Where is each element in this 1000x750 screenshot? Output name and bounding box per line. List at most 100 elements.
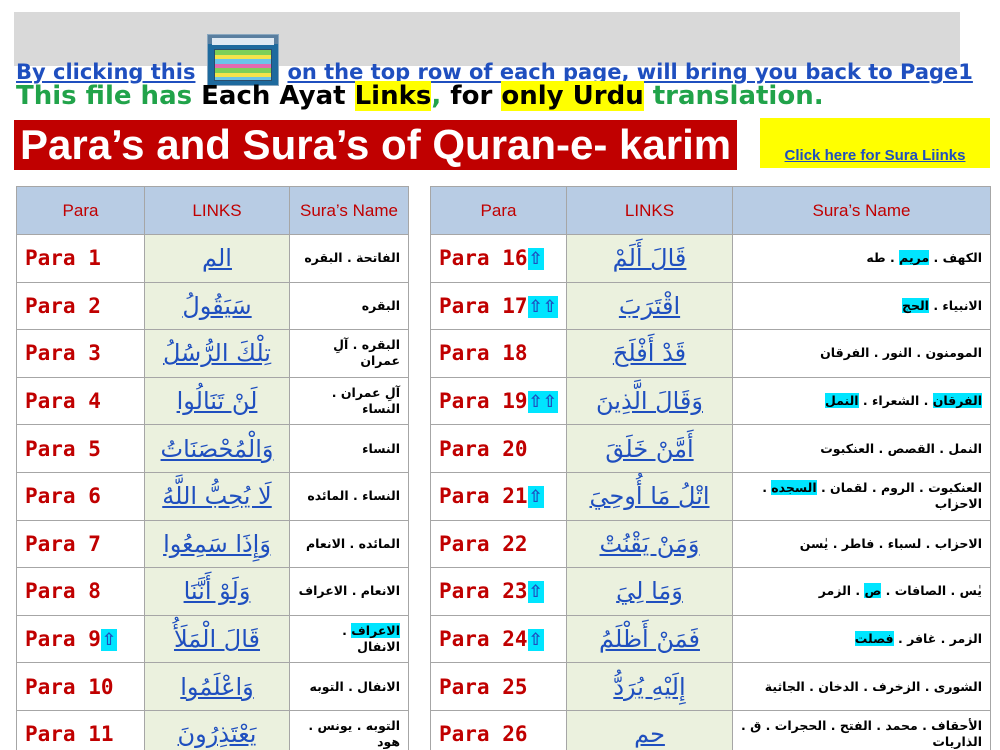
sura-name-cell: الانفال . التوبه	[289, 662, 409, 711]
table-row: Para 24⇧ فَمَنْ أَظْلَمُ الزمر . غافر . فص…	[430, 614, 991, 664]
sura-name: الانعام . الاعراف	[298, 583, 400, 599]
ayat-link-cell: سَيَقُولُ	[144, 281, 290, 331]
ayat-link-cell: الم	[144, 234, 290, 283]
para-number-cell: Para 2	[16, 281, 145, 331]
para-label: Para 20	[439, 436, 528, 461]
sura-name: الانبياء .	[928, 297, 982, 313]
ayat-link[interactable]: قَدْ أَفْلَحَ	[613, 339, 686, 367]
para-number-cell: Para 26	[430, 709, 567, 750]
para-number-cell: Para 16⇧	[430, 234, 567, 283]
ayat-link[interactable]: وَمَا لِيَ	[616, 577, 683, 605]
ayat-link-cell: قَالَ أَلَمْ	[566, 234, 733, 283]
ayat-link[interactable]: سَيَقُولُ	[182, 292, 251, 320]
ayat-link[interactable]: وَاعْلَمُوا	[180, 673, 253, 701]
ayat-link-cell: وَإِذَا سَمِعُوا	[144, 519, 290, 569]
table-row: Para 25 إِلَيْهِ يُرَدُّ الشورى . الزخرف .…	[430, 662, 991, 711]
ayat-link[interactable]: إِلَيْهِ يُرَدُّ	[613, 673, 685, 701]
sura-name-cell: النساء	[289, 424, 409, 473]
sura-name-cell: يٰس . الصافات . ص . الزمر	[732, 567, 991, 616]
left-para-table: Para LINKS Sura’s Name Para 1 الم الفاتحة …	[16, 186, 409, 750]
ayat-link[interactable]: اتْلُ مَا أُوحِيَ	[589, 482, 709, 510]
table-row: Para 8 وَلَوْ أَنَّنَا الانعام . الاعراف	[16, 567, 409, 616]
ayat-link-cell: وَاعْلَمُوا	[144, 662, 290, 711]
sura-name: . الزمر	[818, 583, 865, 599]
para-number-cell: Para 22	[430, 519, 567, 569]
sura-name-highlight: الفرقان	[932, 393, 982, 409]
ayat-link[interactable]: وَإِذَا سَمِعُوا	[163, 530, 271, 558]
ayat-link-cell: وَلَوْ أَنَّنَا	[144, 567, 290, 616]
ayat-link[interactable]: وَلَوْ أَنَّنَا	[184, 577, 251, 605]
info-part: This file has	[16, 81, 202, 111]
ayat-link[interactable]: حم	[634, 720, 665, 748]
table-row: Para 22 وَمَنْ يَقْنُتْ الاحزاب . لسباء . …	[430, 519, 991, 569]
para-number-cell: Para 17⇧⇧	[430, 281, 567, 331]
info-line: This file has Each Ayat Links, for only …	[16, 78, 824, 114]
ayat-link[interactable]: لَنْ تَنَالُوا	[177, 387, 258, 415]
sura-name: النمل . القصص . العنكبوت	[820, 440, 982, 456]
back-arrow-icon[interactable]: ⇧	[527, 248, 544, 271]
sura-name: العنكبوت . الروم . لقمان .	[816, 480, 982, 496]
sura-name: التوبه . يونس . هود	[308, 718, 400, 750]
para-label: Para 4	[25, 389, 101, 414]
ayat-link-cell: اقْتَرَبَ	[566, 281, 733, 331]
back-arrow-icon[interactable]: ⇧	[527, 629, 544, 652]
table-row: Para 2 سَيَقُولُ البقره	[16, 281, 409, 331]
ayat-link[interactable]: الم	[202, 244, 232, 272]
table-row: Para 20 أَمَّنْ خَلَقَ النمل . القصص . الع…	[430, 424, 991, 473]
sura-name-cell: المومنون . النور . الفرقان	[732, 329, 991, 378]
sura-name-cell: الفرقان . الشعراء . النمل	[732, 376, 991, 426]
sura-name-cell: الأحقاف . محمد . الفتح . الحجرات . ق . ا…	[732, 709, 991, 750]
para-label: Para 11	[25, 722, 114, 747]
sura-name-cell: الانعام . الاعراف	[289, 567, 409, 616]
sura-name: الانفال . التوبه	[309, 678, 400, 694]
info-highlight: only Urdu	[501, 81, 644, 111]
back-arrow-icon[interactable]: ⇧	[100, 629, 118, 652]
info-part: for	[441, 81, 502, 111]
ayat-link[interactable]: أَمَّنْ خَلَقَ	[605, 435, 693, 463]
ayat-link[interactable]: وَقَالَ الَّذِينَ	[596, 387, 703, 415]
ayat-link[interactable]: قَالَ الْمَلَأُ	[174, 625, 260, 653]
table-row: Para 7 وَإِذَا سَمِعُوا المائده . الانعام	[16, 519, 409, 569]
back-arrow-icon[interactable]: ⇧⇧	[527, 391, 559, 414]
sura-name-cell: الزمر . غافر . فصلت	[732, 614, 991, 664]
sura-links-link[interactable]: Click here for Sura Liinks	[785, 147, 966, 164]
para-label: Para 19	[439, 389, 528, 414]
ayat-link[interactable]: يَعْتَذِرُونَ	[178, 720, 257, 748]
para-label: Para 17	[439, 293, 528, 318]
ayat-link[interactable]: اقْتَرَبَ	[619, 292, 680, 320]
ayat-link[interactable]: فَمَنْ أَظْلَمُ	[599, 625, 700, 653]
table-row: Para 5 وَالْمُحْصَنَاتُ النساء	[16, 424, 409, 473]
para-number-cell: Para 1	[16, 234, 145, 283]
table-row: Para 10 وَاعْلَمُوا الانفال . التوبه	[16, 662, 409, 711]
para-label: Para 9	[25, 627, 101, 652]
ayat-link-cell: حم	[566, 709, 733, 750]
back-arrow-icon[interactable]: ⇧	[527, 486, 544, 509]
table-row: Para 4 لَنْ تَنَالُوا آلِ عمران . النساء	[16, 376, 409, 426]
ayat-link-cell: تِلْكَ الرُّسُلُ	[144, 329, 290, 378]
ayat-link-cell: لَنْ تَنَالُوا	[144, 376, 290, 426]
ayat-link[interactable]: قَالَ أَلَمْ	[613, 244, 687, 272]
para-number-cell: Para 4	[16, 376, 145, 426]
sura-name-cell: الانبياء . الحج	[732, 281, 991, 331]
ayat-link[interactable]: وَمَنْ يَقْنُتْ	[600, 530, 700, 558]
ayat-link[interactable]: تِلْكَ الرُّسُلُ	[163, 339, 271, 367]
table-row: Para 11 يَعْتَذِرُونَ التوبه . يونس . هود	[16, 709, 409, 750]
sura-name-cell: النمل . القصص . العنكبوت	[732, 424, 991, 473]
sura-name: . طه	[866, 250, 900, 266]
ayat-link-cell: أَمَّنْ خَلَقَ	[566, 424, 733, 473]
ayat-link-cell: وَالْمُحْصَنَاتُ	[144, 424, 290, 473]
para-number-cell: Para 25	[430, 662, 567, 711]
sura-name: الفاتحة . البقره	[304, 250, 400, 266]
sura-name: الزمر . غافر .	[893, 631, 982, 647]
info-part: ,	[431, 81, 442, 111]
sura-name: المائده . الانعام	[306, 535, 400, 551]
table-row: Para 26 حم الأحقاف . محمد . الفتح . الحجرا…	[430, 709, 991, 750]
col-header-links: LINKS	[144, 186, 290, 235]
back-arrow-icon[interactable]: ⇧⇧	[527, 295, 559, 318]
para-label: Para 25	[439, 674, 528, 699]
sura-name: البقره	[361, 297, 400, 313]
ayat-link[interactable]: لَا يُحِبُّ اللَّهُ	[162, 482, 271, 510]
back-arrow-icon[interactable]: ⇧	[527, 581, 544, 604]
para-label: Para 7	[25, 531, 101, 556]
ayat-link[interactable]: وَالْمُحْصَنَاتُ	[161, 435, 274, 463]
